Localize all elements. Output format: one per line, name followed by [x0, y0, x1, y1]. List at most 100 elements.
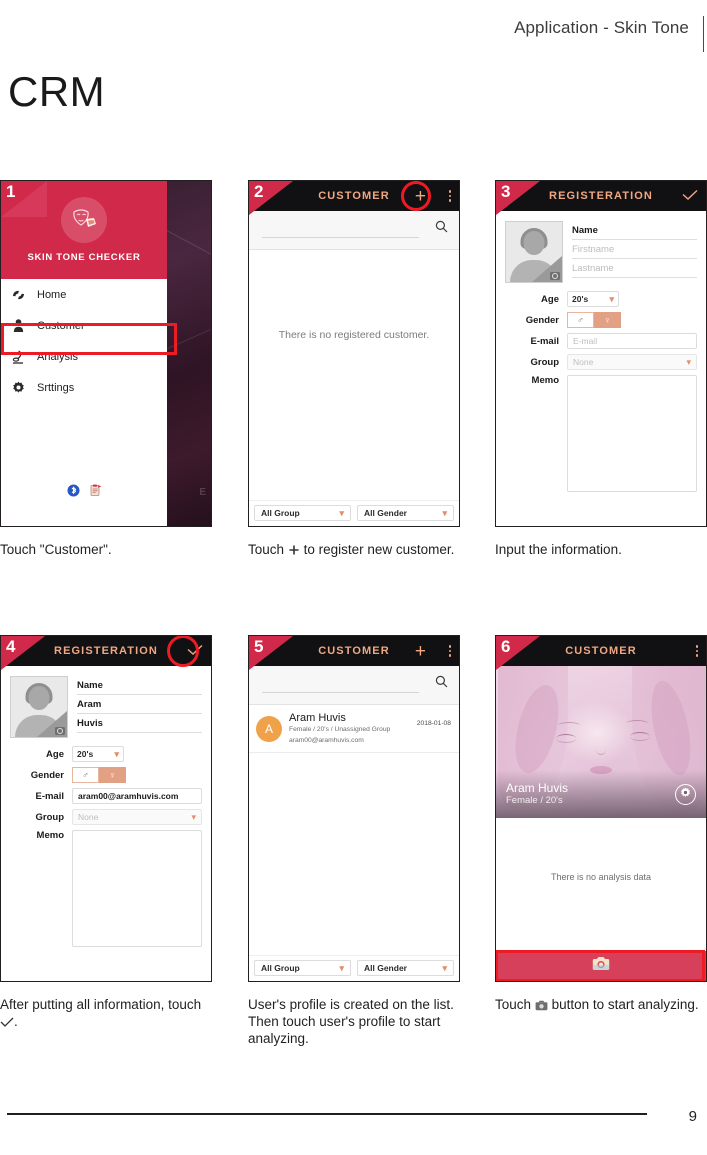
avatar-placeholder-icon[interactable] — [10, 676, 68, 738]
group-value: None — [573, 357, 594, 367]
search-icon[interactable] — [435, 675, 448, 693]
kebab-menu-icon — [448, 645, 451, 657]
name-fields: Name Firstname Lastname — [572, 221, 697, 283]
age-label: Age — [46, 748, 64, 760]
camera-icon — [550, 272, 560, 280]
email-label: E-mail — [35, 790, 64, 802]
page-title: CRM — [8, 68, 106, 115]
overflow-menu-button[interactable] — [448, 181, 451, 211]
chevron-down-icon: ▾ — [442, 507, 447, 518]
email-row: E-mail E-mail — [505, 333, 697, 349]
customer-email: aram00@aramhuvis.com — [289, 736, 364, 744]
gender-female-option[interactable]: ♀ — [594, 312, 621, 328]
overflow-menu-button[interactable] — [695, 636, 698, 666]
firstname-field[interactable]: Firstname — [572, 240, 697, 259]
filter-gender-select[interactable]: All Gender ▾ — [357, 505, 454, 521]
chevron-down-icon: ▾ — [686, 356, 691, 367]
app-bar: CUSTOMER + — [249, 181, 459, 211]
sidebar-item-analysis[interactable]: Analysis — [1, 341, 167, 372]
chevron-down-icon: ▾ — [191, 811, 196, 822]
confirm-button[interactable] — [187, 636, 203, 666]
sidebar-item-home[interactable]: Home — [1, 279, 167, 310]
drawer-brand: SKIN TONE CHECKER — [27, 252, 141, 263]
steps-row-1: E SKIN TONE CHECKER Home Customer Analys… — [0, 180, 707, 635]
profile-hero-image: Aram Huvis Female / 20's — [496, 666, 706, 818]
age-select[interactable]: 20's ▾ — [72, 746, 124, 762]
memo-textarea[interactable] — [72, 830, 202, 947]
bluetooth-icon[interactable] — [67, 484, 80, 502]
chevron-down-icon: ▾ — [442, 962, 447, 973]
gender-toggle[interactable]: ♂ ♀ — [567, 312, 621, 328]
caption-text-after: button to start analyzing. — [551, 997, 699, 1012]
step-caption: User's profile is created on the list. T… — [248, 997, 454, 1046]
registration-form: Name Aram Huvis Age 20's ▾ Gender ♂ ♀ E-… — [1, 666, 211, 947]
lastname-field[interactable]: Huvis — [77, 714, 202, 733]
step-4: REGISTERATION Name Aram Huvis Age 20's ▾… — [0, 635, 212, 1032]
sidebar-item-label: Analysis — [37, 350, 78, 363]
filter-group-label: All Group — [261, 508, 300, 518]
age-row: Age 20's ▾ — [10, 746, 202, 762]
navigation-drawer: SKIN TONE CHECKER Home Customer Analysis… — [1, 181, 167, 526]
firstname-field[interactable]: Aram — [77, 695, 202, 714]
memo-row: Memo — [10, 830, 202, 947]
sidebar-item-label: Srttings — [37, 381, 75, 394]
step-caption: Touch button to start analyzing. — [495, 996, 707, 1015]
wallpaper: E — [166, 181, 211, 526]
age-select[interactable]: 20's ▾ — [567, 291, 619, 307]
search-bar[interactable] — [249, 211, 459, 250]
filter-group-select[interactable]: All Group ▾ — [254, 505, 351, 521]
memo-textarea[interactable] — [567, 375, 697, 492]
overflow-menu-button[interactable] — [448, 636, 451, 666]
caption-text-after: to register new customer. — [303, 542, 455, 557]
lastname-field[interactable]: Lastname — [572, 259, 697, 278]
gender-female-option[interactable]: ♀ — [99, 767, 126, 783]
footer-divider — [7, 1113, 647, 1115]
group-select[interactable]: None ▾ — [567, 354, 697, 370]
search-bar[interactable] — [249, 666, 459, 705]
step-6: CUSTOMER Aram Huvis Female / 20's There … — [495, 635, 707, 1015]
email-field[interactable]: aram00@aramhuvis.com — [72, 788, 202, 804]
customer-date: 2018-01-08 — [416, 720, 451, 727]
name-label: Name — [572, 221, 697, 240]
clipboard-icon[interactable] — [89, 484, 102, 502]
page-header: Application - Skin Tone — [0, 16, 707, 52]
avatar-placeholder-icon[interactable] — [505, 221, 563, 283]
group-select[interactable]: None ▾ — [72, 809, 202, 825]
sidebar-item-label: Home — [37, 288, 67, 301]
gender-toggle[interactable]: ♂ ♀ — [72, 767, 126, 783]
search-input[interactable] — [262, 692, 419, 693]
form-rows: Age 20's ▾ Gender — [10, 746, 202, 947]
group-value: None — [78, 812, 99, 822]
gender-male-option[interactable]: ♂ — [72, 767, 99, 783]
page-number: 9 — [688, 1108, 697, 1125]
table-row[interactable]: A Aram Huvis Female / 20's / Unassigned … — [249, 705, 459, 753]
face-palette-icon — [61, 197, 107, 243]
email-field[interactable]: E-mail — [567, 333, 697, 349]
person-icon — [9, 319, 27, 332]
header-divider — [703, 16, 704, 52]
filter-gender-select[interactable]: All Gender ▾ — [357, 960, 454, 976]
filter-group-select[interactable]: All Group ▾ — [254, 960, 351, 976]
plus-icon: + — [414, 640, 426, 662]
search-icon[interactable] — [435, 220, 448, 238]
empty-state-message: There is no analysis data — [550, 872, 652, 882]
customer-meta: Female / 20's / Unassigned Group — [289, 726, 391, 733]
group-label: Group — [35, 811, 65, 823]
add-customer-button[interactable]: + — [415, 181, 426, 211]
gender-male-option[interactable]: ♂ — [567, 312, 594, 328]
profile-subtitle: Female / 20's — [506, 795, 563, 806]
confirm-button[interactable] — [682, 181, 698, 211]
add-customer-button[interactable]: + — [415, 636, 426, 666]
start-analysis-button[interactable] — [496, 951, 706, 981]
avatar: A — [256, 715, 282, 742]
group-label: Group — [530, 356, 560, 368]
sidebar-item-settings[interactable]: Srttings — [1, 372, 167, 403]
search-input[interactable] — [262, 237, 419, 238]
profile-settings-button[interactable] — [675, 783, 696, 805]
app-bar-title: CUSTOMER — [565, 645, 637, 657]
header-title: Application - Skin Tone — [514, 18, 689, 37]
email-label: E-mail — [530, 335, 559, 347]
sidebar-item-customer[interactable]: Customer — [1, 310, 167, 341]
gender-row: Gender ♂ ♀ — [10, 767, 202, 783]
phone-screen-customer-empty: CUSTOMER + There is no registered custom… — [248, 180, 460, 527]
